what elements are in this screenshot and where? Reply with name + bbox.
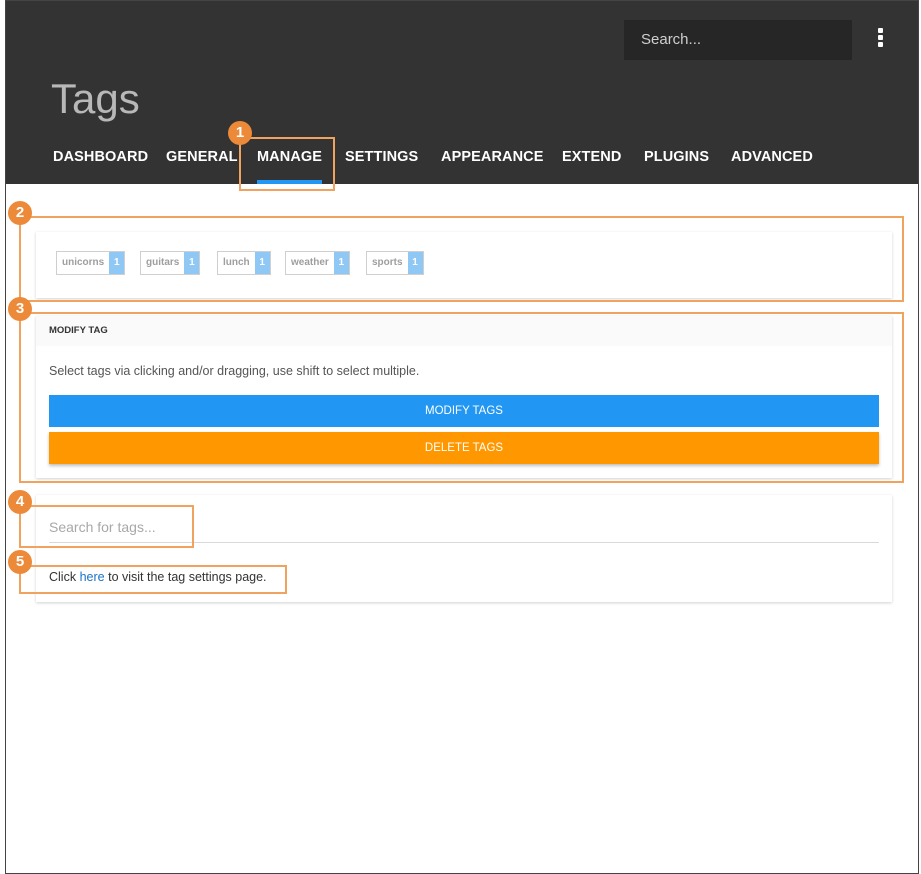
app-header: Search... Tags DASHBOARD GENERAL MANAGE …	[6, 1, 918, 184]
tab-dashboard[interactable]: DASHBOARD	[53, 149, 148, 165]
tab-appearance[interactable]: APPEARANCE	[441, 149, 544, 165]
tab-settings[interactable]: SETTINGS	[345, 149, 418, 165]
tab-extend[interactable]: EXTEND	[562, 149, 621, 165]
callout-box-2	[19, 216, 904, 302]
callout-box-5	[19, 565, 287, 594]
global-search-input[interactable]: Search...	[624, 20, 852, 60]
page-title: Tags	[51, 75, 140, 122]
callout-box-1	[239, 137, 335, 191]
callout-box-4	[19, 505, 194, 548]
callout-badge-2: 2	[8, 201, 32, 225]
app-window: Search... Tags DASHBOARD GENERAL MANAGE …	[5, 0, 919, 874]
callout-badge-5: 5	[8, 550, 32, 574]
tab-general[interactable]: GENERAL	[166, 149, 238, 165]
callout-box-3	[19, 312, 904, 483]
callout-badge-4: 4	[8, 490, 32, 514]
callout-badge-3: 3	[8, 297, 32, 321]
tab-plugins[interactable]: PLUGINS	[644, 149, 709, 165]
tab-advanced[interactable]: ADVANCED	[731, 149, 813, 165]
callout-badge-1: 1	[228, 121, 252, 145]
kebab-menu-icon[interactable]	[874, 28, 886, 50]
